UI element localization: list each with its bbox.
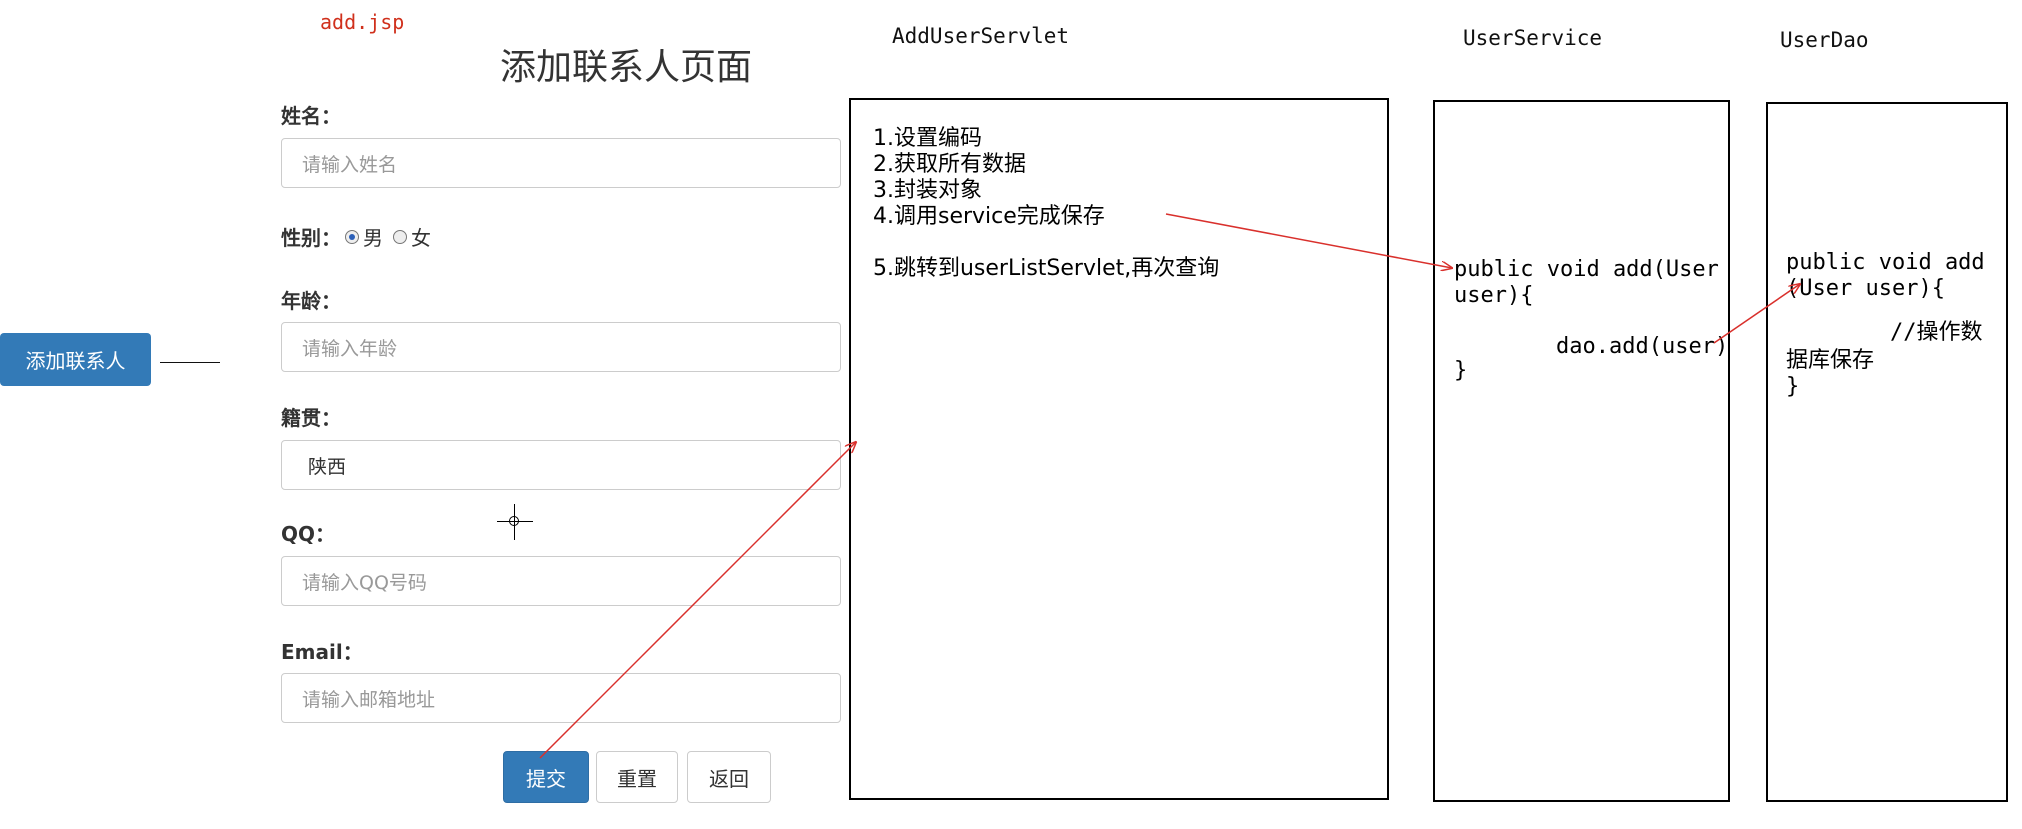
arrow-submit-to-servlet bbox=[539, 442, 856, 759]
arrow-service-to-dao bbox=[1713, 284, 1800, 344]
arrow-servlet-to-service bbox=[1165, 213, 1452, 268]
flow-arrows bbox=[539, 213, 2022, 759]
